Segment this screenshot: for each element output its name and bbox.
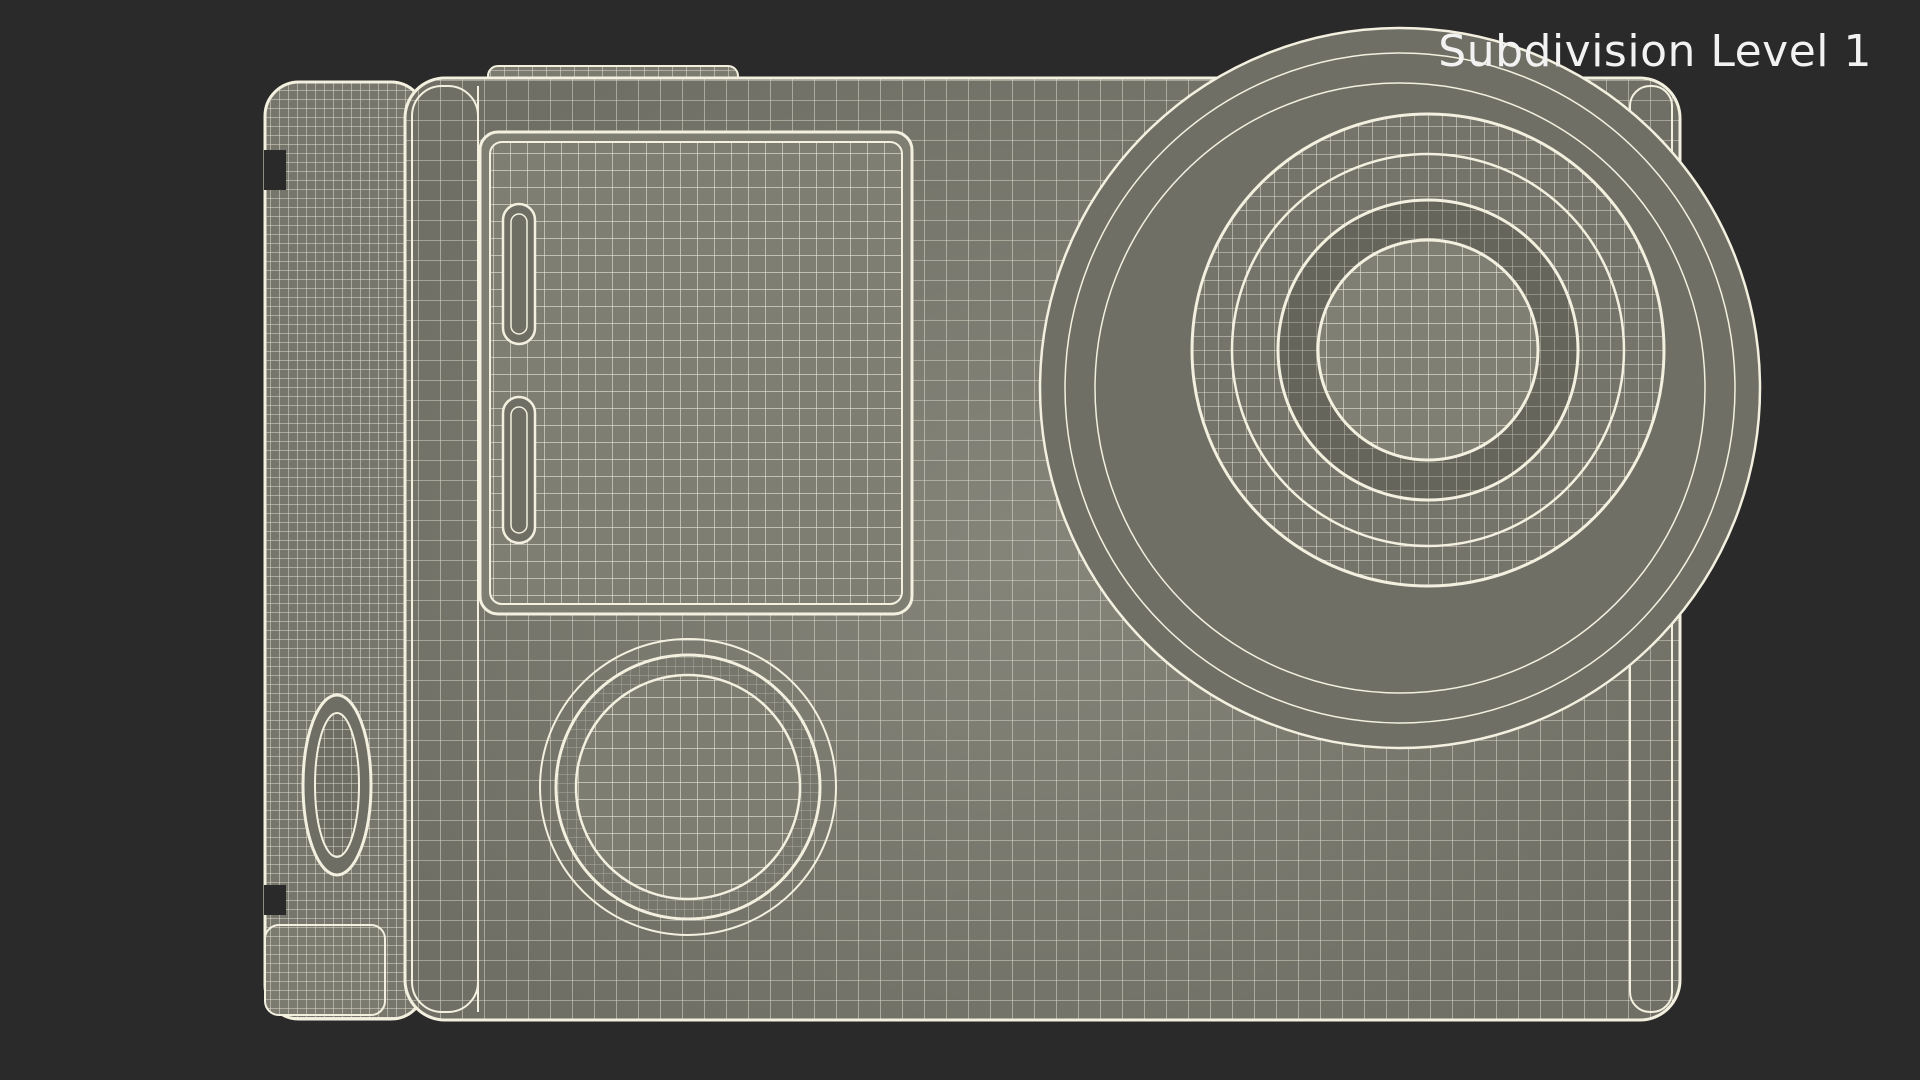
status-led-bottom (501, 395, 537, 545)
viewport[interactable]: Subdivision Level 1 (0, 0, 1920, 1080)
camera-wireframe-model (263, 26, 1762, 1022)
lens-assembly (1038, 26, 1762, 750)
side-door (263, 80, 427, 1021)
lcd-screen (478, 130, 914, 616)
viewport-label: Subdivision Level 1 (1438, 26, 1872, 77)
status-led-top (501, 202, 537, 346)
